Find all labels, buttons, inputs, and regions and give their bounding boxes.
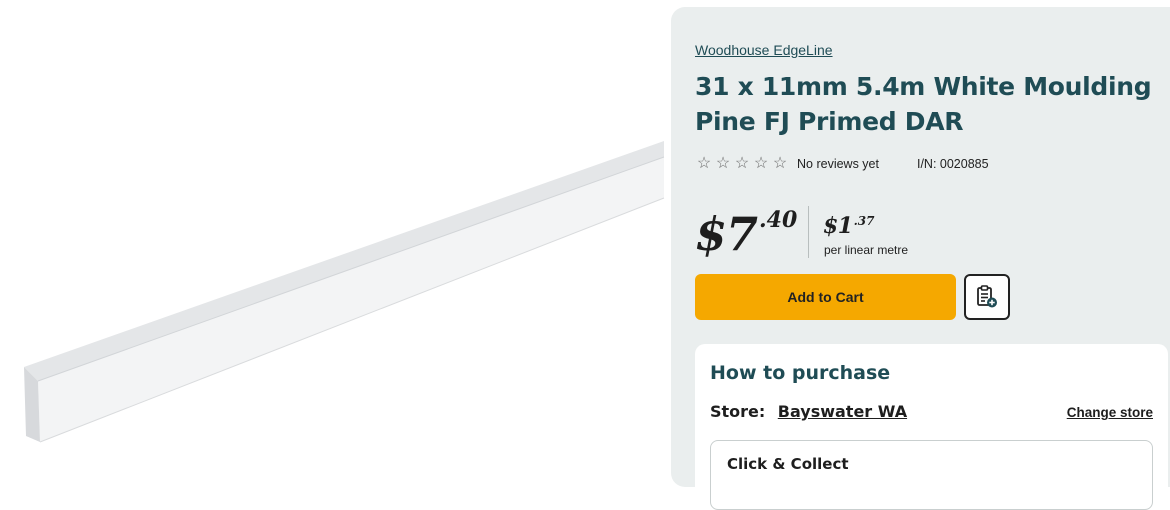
star-empty-icon: ☆: [696, 155, 712, 172]
price: $7 .40: [695, 205, 797, 263]
unit-price-dollars: $1: [823, 213, 853, 239]
store-label: Store:: [710, 402, 766, 421]
add-to-list-button[interactable]: [964, 274, 1010, 320]
product-title: 31 x 11mm 5.4m White Moulding Pine FJ Pr…: [695, 72, 1152, 136]
store-row: Store: Bayswater WA Change store: [710, 402, 1153, 426]
how-to-purchase-card: How to purchase Store: Bayswater WA Chan…: [695, 344, 1168, 510]
star-empty-icon: ☆: [772, 155, 788, 172]
product-info-panel: Woodhouse EdgeLine 31 x 11mm 5.4m White …: [671, 7, 1170, 510]
moulding-illustration: [24, 141, 665, 443]
star-empty-icon: ☆: [715, 155, 731, 172]
click-and-collect-option[interactable]: Click & Collect: [710, 440, 1153, 510]
price-cents: .40: [759, 207, 798, 233]
clipboard-add-icon: [977, 285, 997, 308]
product-image[interactable]: [0, 0, 670, 466]
price-divider: [808, 206, 809, 258]
star-empty-icon: ☆: [734, 155, 750, 172]
rating-row: ☆ ☆ ☆ ☆ ☆ No reviews yet I/N: 0020885: [695, 155, 989, 173]
rating-stars[interactable]: ☆ ☆ ☆ ☆ ☆: [695, 156, 789, 172]
reviews-text: No reviews yet: [797, 157, 879, 171]
how-to-purchase-heading: How to purchase: [710, 362, 891, 384]
price-dollars: $7: [695, 207, 758, 261]
click-and-collect-title: Click & Collect: [727, 455, 849, 473]
unit-price-label: per linear metre: [824, 243, 909, 257]
unit-price: $1 .37: [823, 213, 875, 239]
star-empty-icon: ☆: [753, 155, 769, 172]
item-number: I/N: 0020885: [916, 157, 989, 171]
change-store-link[interactable]: Change store: [1067, 405, 1153, 420]
brand-link[interactable]: Woodhouse EdgeLine: [695, 42, 833, 58]
unit-price-cents: .37: [853, 214, 875, 228]
store-name-link[interactable]: Bayswater WA: [778, 402, 907, 421]
add-to-cart-button[interactable]: Add to Cart: [695, 274, 956, 320]
